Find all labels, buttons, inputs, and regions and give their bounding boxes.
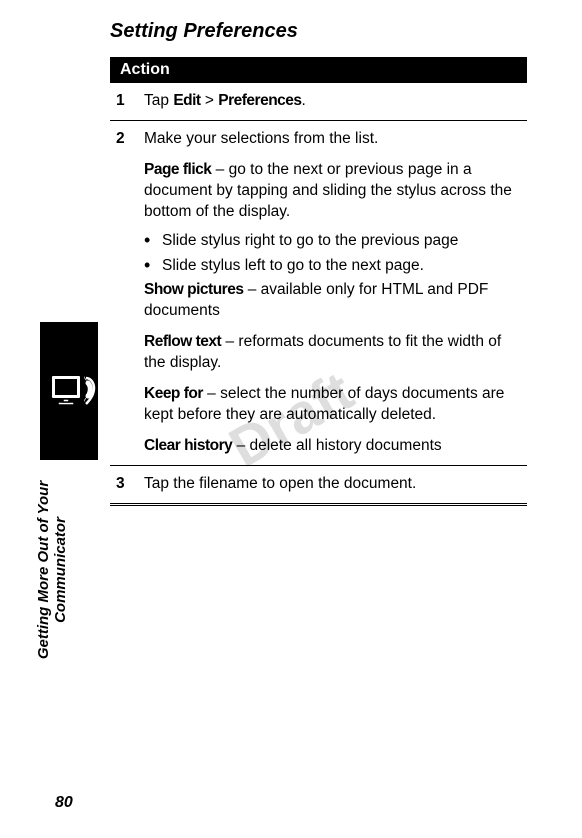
menu-preferences: Preferences (218, 92, 301, 109)
bullet-list: Slide stylus right to go to the previous… (144, 231, 521, 277)
reflowtext-desc: Reflow text – reformats documents to fit… (144, 332, 521, 374)
clearhistory-desc: Clear history – delete all history docum… (144, 436, 521, 457)
showpictures-desc: Show pictures – available only for HTML … (144, 280, 521, 322)
section-heading: Setting Preferences (110, 20, 527, 43)
text: . (302, 92, 306, 109)
option-label: Clear history (144, 437, 232, 454)
text: Tap (144, 92, 173, 109)
step-body: Make your selections from the list. Page… (144, 129, 521, 457)
text: > (201, 92, 219, 109)
side-text-line2: Communicator (52, 517, 69, 623)
step-number: 2 (116, 129, 144, 457)
side-chapter-label: Getting More Out of Your Communicator (35, 270, 70, 470)
option-label: Keep for (144, 385, 203, 402)
option-text: – delete all history documents (232, 437, 441, 454)
option-label: Reflow text (144, 333, 221, 350)
action-table-header: Action (110, 57, 527, 83)
intro-text: Make your selections from the list. (144, 129, 521, 150)
keepfor-desc: Keep for – select the number of days doc… (144, 384, 521, 426)
bullet-item: Slide stylus left to go to the next page… (144, 256, 521, 277)
step-number: 3 (116, 474, 144, 495)
pageflick-desc: Page flick – go to the next or previous … (144, 160, 521, 223)
step-number: 1 (116, 91, 144, 112)
menu-edit: Edit (173, 92, 200, 109)
option-label: Page flick (144, 161, 211, 178)
step-body: Tap Edit > Preferences. (144, 91, 521, 112)
step-row-2: 2 Make your selections from the list. Pa… (110, 121, 527, 466)
bullet-item: Slide stylus right to go to the previous… (144, 231, 521, 252)
step-row-3: 3 Tap the filename to open the document. (110, 466, 527, 506)
option-label: Show pictures (144, 281, 243, 298)
step-row-1: 1 Tap Edit > Preferences. (110, 83, 527, 121)
step-body: Tap the filename to open the document. (144, 474, 521, 495)
page-number: 80 (55, 794, 73, 812)
side-text-line1: Getting More Out of Your (35, 481, 52, 659)
